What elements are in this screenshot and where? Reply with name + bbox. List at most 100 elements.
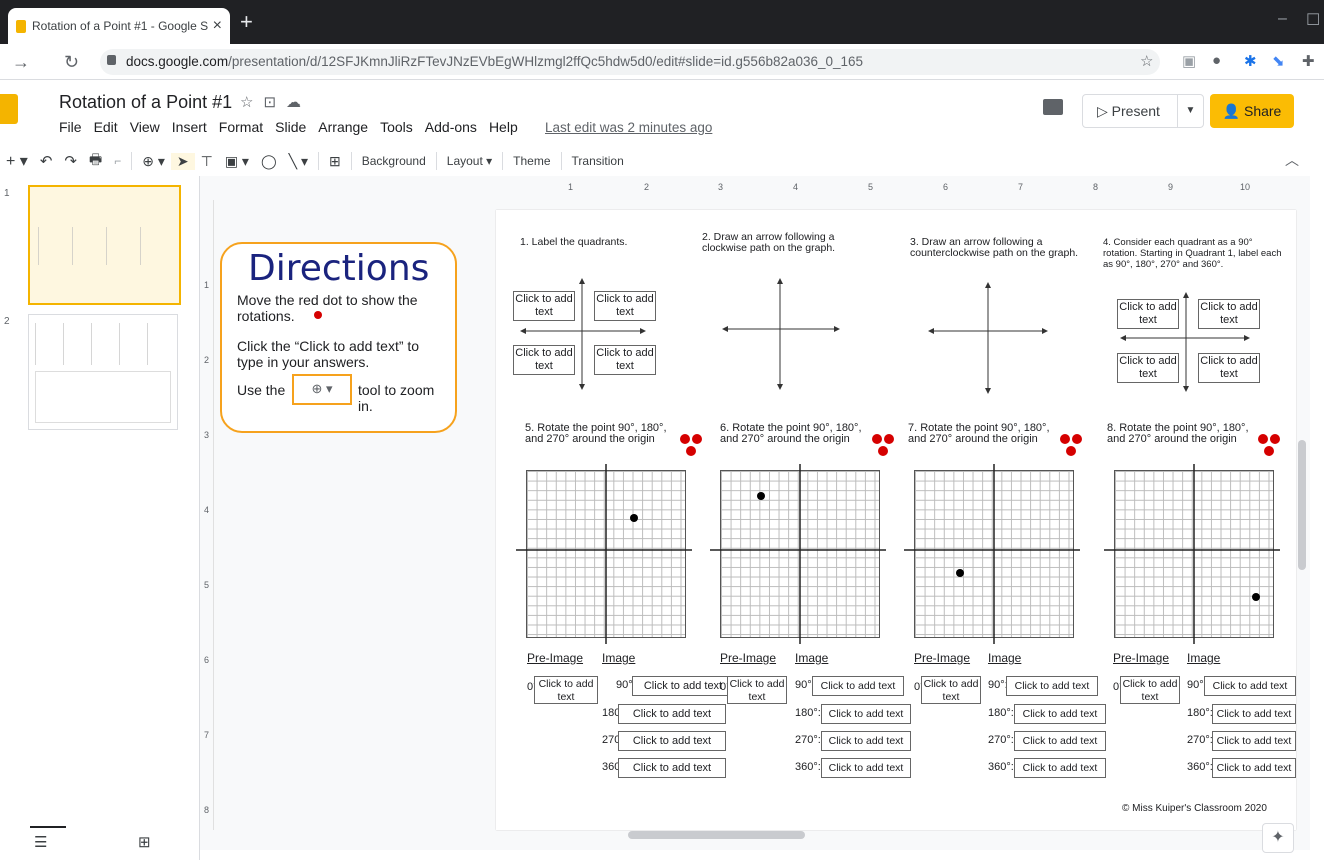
menu-addons[interactable]: Add-ons [425, 119, 477, 135]
comments-icon[interactable] [1043, 99, 1063, 115]
image-360-box[interactable]: Click to add text [1212, 758, 1296, 778]
image-180-box[interactable]: Click to add text [618, 704, 726, 724]
q1-box-4[interactable]: Click to add text [594, 345, 656, 375]
red-dot[interactable] [1072, 434, 1082, 444]
menu-file[interactable]: File [59, 119, 82, 135]
puzzle-icon[interactable]: ✚ [1302, 52, 1315, 70]
black-point[interactable] [757, 492, 765, 500]
image-180-box[interactable]: Click to add text [821, 704, 911, 724]
image-icon[interactable]: ▣ ▾ [219, 153, 255, 170]
red-dot[interactable] [1270, 434, 1280, 444]
present-dropdown-icon[interactable]: ▼ [1177, 95, 1203, 127]
menu-insert[interactable]: Insert [172, 119, 207, 135]
slide-thumbnail-2[interactable] [28, 314, 178, 430]
reload-icon[interactable]: ↻ [64, 52, 79, 73]
q1-box-3[interactable]: Click to add text [513, 345, 575, 375]
move-icon[interactable]: ⊡ [263, 94, 286, 111]
vertical-scrollbar[interactable] [1298, 440, 1306, 570]
red-dot[interactable] [1264, 446, 1274, 456]
print-icon[interactable]: 🖶 [83, 149, 108, 173]
forward-icon[interactable]: → [12, 52, 30, 73]
red-dot[interactable] [314, 311, 322, 319]
explore-icon[interactable]: ✦ [1262, 823, 1294, 853]
slide-canvas[interactable]: 1. Label the quadrants. 2. Draw an arrow… [496, 210, 1296, 830]
document-title[interactable]: Rotation of a Point #1 [59, 92, 232, 113]
grid-view-icon[interactable]: ⊞ [138, 833, 151, 851]
url-field[interactable]: docs.google.com/presentation/d/12SFJKmnJ… [100, 49, 1160, 75]
kami-extension-icon[interactable]: ⬊ [1272, 52, 1285, 70]
pre-image-box[interactable]: Click to add text [727, 676, 787, 704]
theme-button[interactable]: Theme [507, 154, 556, 168]
new-slide-icon[interactable]: + ▾ [0, 151, 34, 171]
image-90-box[interactable]: Click to add text [1006, 676, 1098, 696]
q4-box-4[interactable]: Click to add text [1198, 353, 1260, 383]
image-270-box[interactable]: Click to add text [1212, 731, 1296, 751]
shape-icon[interactable]: ◯ [255, 153, 283, 170]
menu-help[interactable]: Help [489, 119, 518, 135]
image-90-box[interactable]: Click to add text [632, 676, 734, 696]
red-dot[interactable] [884, 434, 894, 444]
pre-image-box[interactable]: Click to add text [1120, 676, 1180, 704]
menu-slide[interactable]: Slide [275, 119, 306, 135]
paint-format-icon[interactable]: ⌐ [108, 154, 127, 168]
slide-thumbnail-1[interactable] [28, 185, 181, 305]
cloud-icon[interactable]: ☁ [286, 94, 311, 111]
red-dot[interactable] [686, 446, 696, 456]
menu-format[interactable]: Format [219, 119, 263, 135]
red-dot[interactable] [1258, 434, 1268, 444]
collapse-menu-icon[interactable]: ︿ [1285, 150, 1299, 170]
image-180-box[interactable]: Click to add text [1212, 704, 1296, 724]
zoom-icon[interactable]: ⊕ ▾ [136, 153, 171, 170]
maximize-icon[interactable]: ☐ [1306, 10, 1320, 30]
pre-image-box[interactable]: Click to add text [921, 676, 981, 704]
red-dot[interactable] [1066, 446, 1076, 456]
undo-icon[interactable]: ↶ [34, 152, 59, 170]
red-dot[interactable] [878, 446, 888, 456]
image-270-box[interactable]: Click to add text [1014, 731, 1106, 751]
red-dot[interactable] [1060, 434, 1070, 444]
red-dot[interactable] [680, 434, 690, 444]
present-button[interactable]: ▷ Present ▼ [1082, 94, 1204, 128]
horizontal-scrollbar[interactable] [628, 831, 805, 839]
menu-view[interactable]: View [130, 119, 160, 135]
image-90-box[interactable]: Click to add text [1204, 676, 1296, 696]
layout-button[interactable]: Layout ▾ [441, 154, 498, 168]
redo-icon[interactable]: ↷ [58, 152, 83, 170]
bookmark-star-icon[interactable]: ☆ [1140, 52, 1153, 70]
filmstrip-view-icon[interactable]: ☰ [34, 833, 47, 851]
red-dot[interactable] [872, 434, 882, 444]
image-270-box[interactable]: Click to add text [821, 731, 911, 751]
select-icon[interactable]: ➤ [170, 152, 195, 170]
black-point[interactable] [1252, 593, 1260, 601]
image-270-box[interactable]: Click to add text [618, 731, 726, 751]
slides-logo-icon[interactable] [0, 94, 18, 124]
last-edit-link[interactable]: Last edit was 2 minutes ago [545, 120, 712, 135]
browser-tab[interactable]: Rotation of a Point #1 - Google S × [8, 8, 230, 44]
red-dot[interactable] [692, 434, 702, 444]
image-360-box[interactable]: Click to add text [618, 758, 726, 778]
line-icon[interactable]: ╲ ▾ [283, 153, 314, 170]
share-button[interactable]: 👤 Share [1210, 94, 1294, 128]
q4-box-3[interactable]: Click to add text [1117, 353, 1179, 383]
black-point[interactable] [630, 514, 638, 522]
q4-box-1[interactable]: Click to add text [1117, 299, 1179, 329]
image-360-box[interactable]: Click to add text [1014, 758, 1106, 778]
q4-box-2[interactable]: Click to add text [1198, 299, 1260, 329]
image-90-box[interactable]: Click to add text [812, 676, 904, 696]
q1-box-2[interactable]: Click to add text [594, 291, 656, 321]
black-point[interactable] [956, 569, 964, 577]
directions-box[interactable]: Directions Move the red dot to show the … [220, 242, 457, 433]
menu-arrange[interactable]: Arrange [318, 119, 368, 135]
tab-close-icon[interactable]: × [213, 17, 222, 35]
image-360-box[interactable]: Click to add text [821, 758, 911, 778]
star-icon[interactable]: ☆ [240, 94, 263, 111]
extension-badge-icon[interactable]: ✱ [1244, 52, 1257, 70]
textbox-icon[interactable]: ⊤ [195, 153, 219, 170]
comment-add-icon[interactable]: ⊞ [323, 153, 347, 170]
extension-icon[interactable]: ▣ [1182, 52, 1196, 70]
background-button[interactable]: Background [356, 154, 432, 168]
menu-edit[interactable]: Edit [94, 119, 118, 135]
minimize-icon[interactable]: – [1278, 10, 1287, 28]
pre-image-box[interactable]: Click to add text [534, 676, 598, 704]
q1-box-1[interactable]: Click to add text [513, 291, 575, 321]
